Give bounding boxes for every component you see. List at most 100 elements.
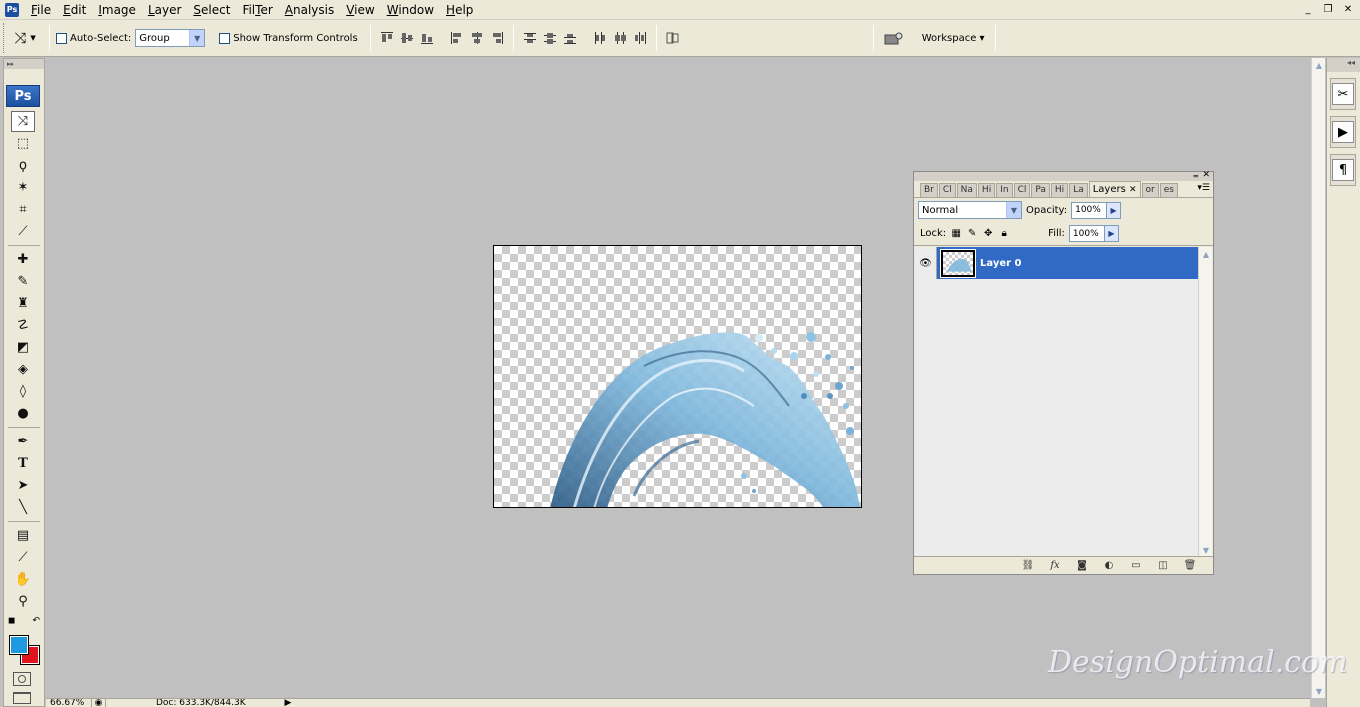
tab-navigator[interactable]: Na — [956, 183, 977, 197]
new-group-icon[interactable]: ▭ — [1129, 560, 1143, 572]
layer-name[interactable]: Layer 0 — [980, 258, 1021, 269]
minimize-icon[interactable]: ‗ — [1194, 168, 1199, 178]
lasso-tool[interactable]: ϙ — [11, 155, 35, 176]
photoshop-logo[interactable]: Ps — [6, 85, 40, 107]
layer-style-icon[interactable]: fx — [1048, 560, 1062, 572]
eraser-tool[interactable]: ◩ — [11, 337, 35, 358]
restore-icon[interactable]: ❐ — [1320, 2, 1336, 17]
crop-tool[interactable]: ⌗ — [11, 199, 35, 220]
show-transform-checkbox[interactable] — [219, 32, 231, 44]
tab-history[interactable]: Hi — [1050, 183, 1069, 197]
opacity-slider-arrow-icon[interactable]: ▶ — [1107, 201, 1122, 219]
scroll-up-icon[interactable]: ▲ — [1199, 247, 1213, 261]
align-vcenter-icon[interactable] — [399, 30, 415, 46]
document-canvas[interactable] — [493, 245, 862, 508]
lock-pixels-icon[interactable]: ✎ — [966, 228, 978, 240]
magic-wand-tool[interactable]: ✶ — [11, 177, 35, 198]
distribute-hcenter-icon[interactable] — [612, 30, 628, 46]
align-left-icon[interactable] — [449, 30, 465, 46]
scroll-down-icon[interactable]: ▼ — [1199, 543, 1213, 557]
lock-position-icon[interactable]: ✥ — [982, 228, 994, 240]
scroll-down-icon[interactable]: ▼ — [1312, 684, 1326, 698]
lock-transparency-icon[interactable]: ▦ — [950, 228, 962, 240]
distribute-left-icon[interactable] — [592, 30, 608, 46]
workspace-menu[interactable]: Workspace ▾ — [922, 33, 985, 44]
new-layer-icon[interactable]: ◫ — [1156, 560, 1170, 572]
lock-all-icon[interactable]: 🔒︎ — [998, 228, 1010, 240]
default-colors-icon[interactable]: ◼ — [8, 616, 15, 626]
menu-file[interactable]: File — [25, 0, 57, 20]
link-layers-icon[interactable]: ⛓ — [1021, 560, 1035, 572]
align-bottom-icon[interactable] — [419, 30, 435, 46]
blend-mode-dropdown[interactable]: Normal ▼ — [918, 201, 1022, 219]
type-tool[interactable]: T — [11, 453, 35, 474]
minimize-icon[interactable]: _ — [1300, 2, 1316, 17]
marquee-tool[interactable]: ⬚ — [11, 133, 35, 154]
tab-styles[interactable]: es — [1159, 183, 1178, 197]
menu-edit[interactable]: Edit — [57, 0, 92, 20]
tools-panel-icon[interactable]: ✂ — [1332, 83, 1354, 105]
pen-tool[interactable]: ✒ — [11, 431, 35, 452]
path-selection-tool[interactable]: ➤ — [11, 475, 35, 496]
brush-tool[interactable]: ✎ — [11, 271, 35, 292]
adjustment-layer-icon[interactable]: ◐ — [1102, 560, 1116, 572]
zoom-level[interactable]: 66.67% — [46, 699, 92, 707]
fill-input[interactable]: 100% — [1068, 225, 1105, 242]
menu-select[interactable]: Select — [187, 0, 236, 20]
tab-paths[interactable]: Pa — [1031, 183, 1050, 197]
swap-colors-icon[interactable]: ↶ — [32, 616, 40, 626]
menu-window[interactable]: Window — [381, 0, 440, 20]
tab-layers[interactable]: Layers ✕ — [1088, 181, 1141, 197]
menu-analysis[interactable]: Analysis — [279, 0, 340, 20]
line-tool[interactable]: ╲ — [11, 497, 35, 518]
tab-layer-comps[interactable]: La — [1069, 183, 1088, 197]
close-icon[interactable]: ✕ — [1340, 2, 1356, 17]
paint-bucket-tool[interactable]: ◈ — [11, 359, 35, 380]
menu-filter[interactable]: FilTer — [236, 0, 278, 20]
delete-layer-icon[interactable]: 🗑︎ — [1183, 560, 1197, 572]
photoshop-app-icon[interactable]: Ps — [5, 2, 19, 17]
tab-actions[interactable]: or — [1141, 183, 1159, 197]
auto-align-layers-icon[interactable] — [665, 30, 681, 46]
status-menu-arrow-icon[interactable]: ▶ — [282, 699, 294, 707]
layer-visibility-eye-icon[interactable]: 👁︎ — [915, 247, 937, 279]
close-icon[interactable]: ✕ — [1129, 185, 1137, 195]
hand-tool[interactable]: ✋ — [11, 569, 35, 590]
menu-layer[interactable]: Layer — [142, 0, 187, 20]
status-info-icon[interactable]: ◉ — [92, 699, 106, 707]
foreground-color-swatch[interactable] — [9, 635, 29, 655]
menu-view[interactable]: View — [340, 0, 380, 20]
tab-color[interactable]: Cl — [1013, 183, 1031, 197]
layer-row[interactable]: 👁︎ Layer 0 — [915, 247, 1199, 279]
scroll-up-icon[interactable]: ▲ — [1312, 58, 1326, 72]
tab-clone-source[interactable]: Cl — [938, 183, 956, 197]
distribute-bottom-icon[interactable] — [562, 30, 578, 46]
quick-mask-icon[interactable] — [13, 672, 31, 686]
auto-select-checkbox[interactable] — [56, 32, 67, 44]
canvas-vertical-scrollbar[interactable]: ▲ ▼ — [1311, 58, 1325, 698]
auto-select-dropdown[interactable]: Group ▼ — [135, 29, 206, 47]
menu-image[interactable]: Image — [92, 0, 142, 20]
tab-brushes[interactable]: Br — [920, 183, 938, 197]
close-icon[interactable]: ✕ — [1202, 170, 1210, 180]
slice-tool[interactable]: ⟋ — [11, 221, 35, 242]
blur-tool[interactable]: ◊ — [11, 381, 35, 402]
paragraph-panel-icon[interactable]: ¶ — [1332, 159, 1354, 181]
move-tool[interactable]: ⤨ — [11, 111, 35, 132]
distribute-top-icon[interactable] — [522, 30, 538, 46]
file-browser-icon[interactable] — [882, 30, 906, 46]
menu-help[interactable]: Help — [440, 0, 479, 20]
tool-preset-picker[interactable]: ⤨ ▼ — [7, 29, 43, 47]
distribute-right-icon[interactable] — [632, 30, 648, 46]
layers-panel-titlebar[interactable]: ‗ ✕ — [914, 168, 1213, 181]
layer-mask-icon[interactable]: ◙ — [1075, 560, 1089, 572]
toolbox-collapse-grip[interactable]: ▸▸ — [4, 59, 44, 69]
zoom-tool[interactable]: ⚲ — [11, 591, 35, 612]
screen-mode-icon[interactable] — [13, 692, 31, 704]
distribute-vcenter-icon[interactable] — [542, 30, 558, 46]
layers-scrollbar[interactable]: ▲ ▼ — [1198, 247, 1212, 557]
notes-tool[interactable]: ▤ — [11, 525, 35, 546]
eyedropper-tool[interactable]: ⟋ — [11, 547, 35, 568]
dodge-tool[interactable]: ● — [11, 403, 35, 424]
history-brush-tool[interactable]: ☡ — [11, 315, 35, 336]
